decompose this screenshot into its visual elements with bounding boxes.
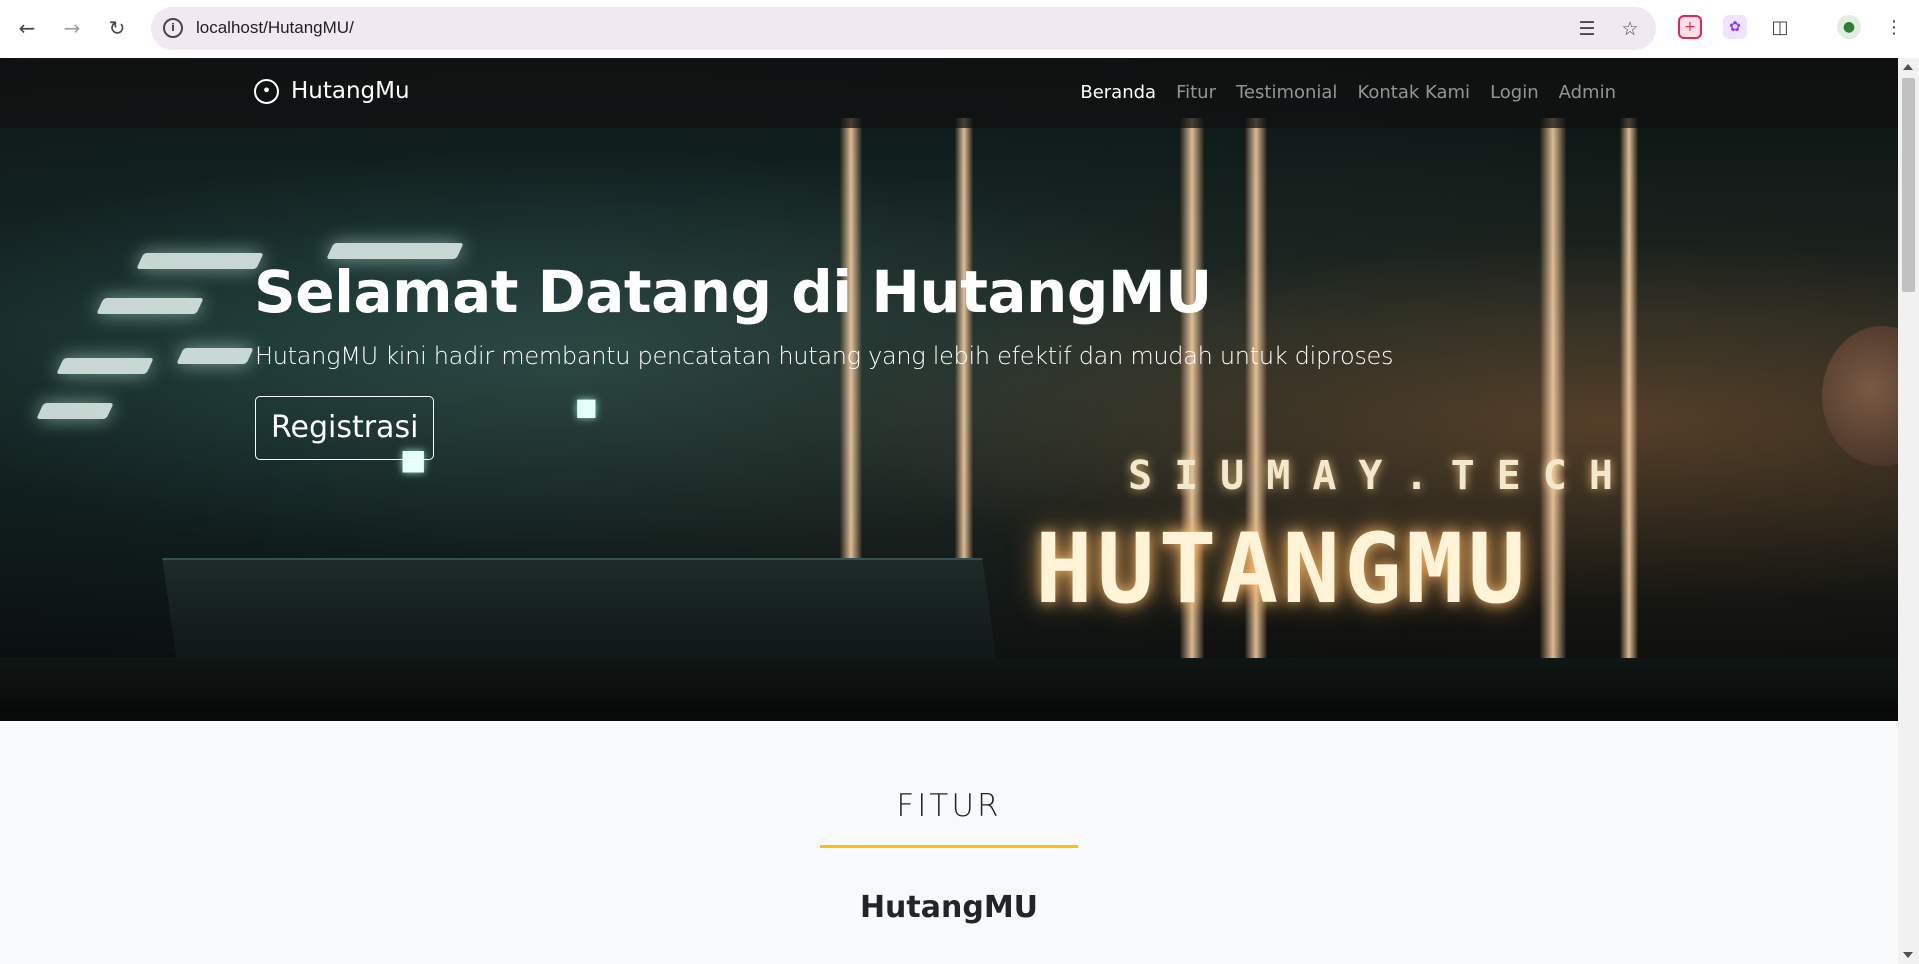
light-pillar <box>1245 118 1267 721</box>
nav-link-kontak-kami[interactable]: Kontak Kami <box>1357 82 1470 103</box>
hero-section: ■ ■ SIUMAY.TECH HUTANGMU • HutangMu Bera… <box>0 58 1898 721</box>
brand-logo[interactable]: • HutangMu <box>254 78 410 104</box>
bookmark-star-icon[interactable]: ☆ <box>1618 17 1642 41</box>
nav-link-testimonial[interactable]: Testimonial <box>1236 82 1337 103</box>
light-pillar <box>1620 118 1638 721</box>
menu-kebab-icon[interactable]: ⋮ <box>1882 15 1906 39</box>
ceiling-light <box>96 298 204 314</box>
nav-links: Beranda Fitur Testimonial Kontak Kami Lo… <box>1080 82 1616 103</box>
extension-plus-icon[interactable]: + <box>1678 15 1702 39</box>
extension-brain-icon[interactable]: ✿ <box>1723 15 1747 39</box>
nav-link-beranda[interactable]: Beranda <box>1080 82 1156 103</box>
features-subheading: HutangMU <box>859 890 1039 925</box>
wall-sign: ■ <box>575 393 598 421</box>
profile-avatar-icon[interactable]: ● <box>1837 15 1861 39</box>
registrasi-button[interactable]: Registrasi <box>255 396 435 460</box>
top-navbar: • HutangMu Beranda Fitur Testimonial Kon… <box>0 58 1898 128</box>
site-info-icon[interactable]: i <box>163 18 183 38</box>
floor <box>0 658 1898 721</box>
nav-link-fitur[interactable]: Fitur <box>1176 82 1216 103</box>
page-viewport: ■ ■ SIUMAY.TECH HUTANGMU • HutangMu Bera… <box>0 58 1898 964</box>
forward-icon[interactable]: → <box>56 12 88 44</box>
reload-icon[interactable]: ↻ <box>101 12 133 44</box>
address-bar[interactable]: i localhost/HutangMU/ ☰ ☆ <box>151 7 1656 50</box>
scroll-down-arrow-icon[interactable] <box>1903 952 1913 958</box>
reception-desk <box>162 558 998 668</box>
back-icon[interactable]: ← <box>11 12 43 44</box>
browser-toolbar: ← → ↻ i localhost/HutangMU/ ☰ ☆ + ✿ ◫ ● … <box>0 0 1919 58</box>
url-text[interactable]: localhost/HutangMU/ <box>196 18 354 38</box>
nav-link-login[interactable]: Login <box>1490 82 1539 103</box>
ceiling-light <box>326 243 464 259</box>
features-divider <box>820 845 1078 848</box>
ceiling-light <box>56 358 154 374</box>
hero-title: Selamat Datang di HutangMU <box>254 258 1212 326</box>
wall-clock <box>1822 326 1898 466</box>
scrollbar-thumb[interactable] <box>1902 78 1915 292</box>
translate-icon[interactable]: ☰ <box>1575 17 1599 41</box>
features-heading: FITUR <box>896 788 1002 824</box>
brand-logo-icon: • <box>254 78 279 104</box>
nav-link-admin[interactable]: Admin <box>1559 82 1616 103</box>
light-pillar <box>1180 118 1204 721</box>
hero-image-brand-big: HUTANGMU <box>1035 513 1530 625</box>
hero-image-brand-small: SIUMAY.TECH <box>1128 453 1635 499</box>
ceiling-light <box>36 403 114 419</box>
ceiling-light <box>136 253 264 269</box>
light-pillar <box>1540 118 1566 721</box>
extensions-puzzle-icon[interactable]: ◫ <box>1768 15 1792 39</box>
hero-subtitle: HutangMU kini hadir membantu pencatatan … <box>255 342 1394 370</box>
ceiling-light <box>176 348 254 364</box>
brand-name: HutangMu <box>291 78 410 104</box>
page-scrollbar[interactable] <box>1898 58 1919 964</box>
scroll-up-arrow-icon[interactable] <box>1903 64 1913 70</box>
